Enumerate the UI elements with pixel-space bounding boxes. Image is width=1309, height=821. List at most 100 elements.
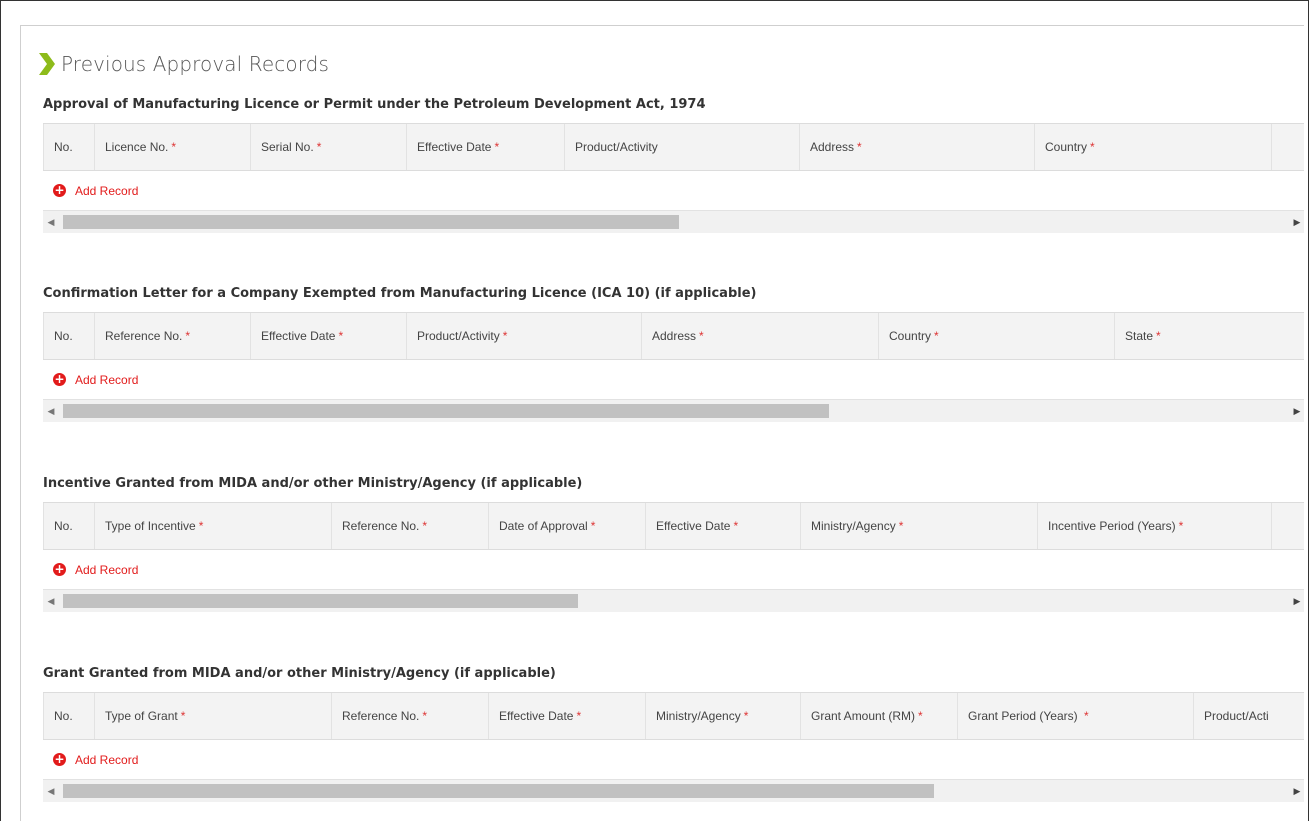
required-marker: * bbox=[1083, 709, 1089, 723]
arrow-left-icon[interactable]: ◀ bbox=[43, 211, 59, 233]
column-header-ministry-agency: Ministry/Agency * bbox=[645, 693, 800, 739]
column-header-effective-date: Effective Date * bbox=[406, 124, 564, 170]
column-header-grant-amount: Grant Amount (RM) * bbox=[800, 693, 957, 739]
records-table: No. Licence No. * Serial No. * Effective D… bbox=[43, 123, 1304, 233]
arrow-left-icon[interactable]: ◀ bbox=[43, 590, 59, 612]
column-header-overflow bbox=[1271, 503, 1304, 549]
column-header-country: Country * bbox=[878, 313, 1114, 359]
add-record-button[interactable]: Add Record bbox=[75, 753, 138, 767]
required-marker: * bbox=[934, 329, 939, 343]
section-heading: Confirmation Letter for a Company Exempt… bbox=[43, 286, 757, 301]
page-title: Previous Approval Records bbox=[61, 52, 329, 76]
arrow-left-icon[interactable]: ◀ bbox=[43, 400, 59, 422]
add-record-button[interactable]: Add Record bbox=[75, 373, 138, 387]
column-header-grant-period: Grant Period (Years) * bbox=[957, 693, 1193, 739]
section-heading: Grant Granted from MIDA and/or other Min… bbox=[43, 666, 556, 681]
section-ica10-exemption: Confirmation Letter for a Company Exempt… bbox=[43, 285, 1304, 422]
plus-circle-icon[interactable]: + bbox=[53, 563, 66, 576]
table-header: No. Licence No. * Serial No. * Effective D… bbox=[43, 123, 1304, 171]
arrow-right-icon[interactable]: ▶ bbox=[1289, 211, 1304, 233]
section-manufacturing-licence: Approval of Manufacturing Licence or Per… bbox=[43, 96, 1304, 233]
column-header-incentive-period: Incentive Period (Years) * bbox=[1037, 503, 1271, 549]
required-marker: * bbox=[338, 329, 344, 343]
column-header-effective-date: Effective Date * bbox=[488, 693, 645, 739]
arrow-right-icon[interactable]: ▶ bbox=[1289, 780, 1304, 802]
chevron-right-icon bbox=[39, 53, 55, 75]
plus-circle-icon[interactable]: + bbox=[53, 753, 66, 766]
add-record-row: + Add Record bbox=[43, 550, 1304, 590]
table-header: No. Type of Grant * Reference No. * Effect… bbox=[43, 692, 1304, 740]
add-record-button[interactable]: Add Record bbox=[75, 563, 138, 577]
required-marker: * bbox=[422, 519, 428, 533]
table-header: No. Type of Incentive * Reference No. * Da… bbox=[43, 502, 1304, 550]
column-header-product-activity: Product/Activity * bbox=[406, 313, 641, 359]
required-marker: * bbox=[1178, 519, 1184, 533]
column-header-address: Address * bbox=[799, 124, 1034, 170]
column-header-effective-date: Effective Date * bbox=[645, 503, 800, 549]
column-header-product-activity: Product/Activity bbox=[564, 124, 799, 170]
section-heading: Incentive Granted from MIDA and/or other… bbox=[43, 476, 583, 491]
section-incentive-granted: Incentive Granted from MIDA and/or other… bbox=[43, 475, 1304, 612]
column-header-country: Country * bbox=[1034, 124, 1271, 170]
add-record-row: + Add Record bbox=[43, 740, 1304, 780]
required-marker: * bbox=[1156, 329, 1161, 343]
required-marker: * bbox=[185, 329, 191, 343]
records-table: No. Type of Grant * Reference No. * Effect… bbox=[43, 692, 1304, 802]
previous-approval-panel: Previous Approval Records Approval of Ma… bbox=[20, 25, 1304, 821]
required-marker: * bbox=[576, 709, 582, 723]
add-record-row: + Add Record bbox=[43, 360, 1304, 400]
required-marker: * bbox=[171, 140, 177, 154]
arrow-left-icon[interactable]: ◀ bbox=[43, 780, 59, 802]
required-marker: * bbox=[316, 140, 322, 154]
arrow-right-icon[interactable]: ▶ bbox=[1289, 590, 1304, 612]
scrollbar-thumb[interactable] bbox=[63, 784, 934, 798]
plus-circle-icon[interactable]: + bbox=[53, 373, 66, 386]
column-header-no: No. bbox=[43, 124, 94, 170]
add-record-button[interactable]: Add Record bbox=[75, 184, 138, 198]
required-marker: * bbox=[590, 519, 596, 533]
column-header-type-of-grant: Type of Grant * bbox=[94, 693, 331, 739]
column-header-licence-no: Licence No. * bbox=[94, 124, 250, 170]
plus-circle-icon[interactable]: + bbox=[53, 184, 66, 197]
required-marker: * bbox=[857, 140, 862, 154]
column-header-type-of-incentive: Type of Incentive * bbox=[94, 503, 331, 549]
records-table: No. Reference No. * Effective Date * Produ… bbox=[43, 312, 1304, 422]
horizontal-scrollbar[interactable]: ◀ ▶ bbox=[43, 400, 1304, 422]
column-header-no: No. bbox=[43, 313, 94, 359]
table-header: No. Reference No. * Effective Date * Produ… bbox=[43, 312, 1304, 360]
column-header-address: Address * bbox=[641, 313, 878, 359]
column-header-reference-no: Reference No. * bbox=[94, 313, 250, 359]
required-marker: * bbox=[502, 329, 508, 343]
column-header-serial-no: Serial No. * bbox=[250, 124, 406, 170]
panel-header: Previous Approval Records bbox=[39, 52, 329, 76]
column-header-no: No. bbox=[43, 503, 94, 549]
required-marker: * bbox=[180, 709, 186, 723]
section-heading: Approval of Manufacturing Licence or Per… bbox=[43, 97, 706, 112]
column-header-effective-date: Effective Date * bbox=[250, 313, 406, 359]
required-marker: * bbox=[918, 709, 923, 723]
column-header-ministry-agency: Ministry/Agency * bbox=[800, 503, 1037, 549]
horizontal-scrollbar[interactable]: ◀ ▶ bbox=[43, 780, 1304, 802]
section-grant-granted: Grant Granted from MIDA and/or other Min… bbox=[43, 665, 1304, 802]
add-record-row: + Add Record bbox=[43, 171, 1304, 211]
records-table: No. Type of Incentive * Reference No. * Da… bbox=[43, 502, 1304, 612]
required-marker: * bbox=[422, 709, 428, 723]
required-marker: * bbox=[1090, 140, 1095, 154]
required-marker: * bbox=[198, 519, 204, 533]
column-header-overflow bbox=[1271, 124, 1304, 170]
scrollbar-thumb[interactable] bbox=[63, 594, 578, 608]
scrollbar-thumb[interactable] bbox=[63, 215, 679, 229]
column-header-date-of-approval: Date of Approval * bbox=[488, 503, 645, 549]
scrollbar-thumb[interactable] bbox=[63, 404, 829, 418]
horizontal-scrollbar[interactable]: ◀ ▶ bbox=[43, 590, 1304, 612]
required-marker: * bbox=[898, 519, 904, 533]
horizontal-scrollbar[interactable]: ◀ ▶ bbox=[43, 211, 1304, 233]
required-marker: * bbox=[699, 329, 704, 343]
required-marker: * bbox=[494, 140, 500, 154]
column-header-product-activity: Product/Acti bbox=[1193, 693, 1304, 739]
column-header-no: No. bbox=[43, 693, 94, 739]
column-header-state: State * bbox=[1114, 313, 1304, 359]
column-header-reference-no: Reference No. * bbox=[331, 693, 488, 739]
arrow-right-icon[interactable]: ▶ bbox=[1289, 400, 1304, 422]
column-header-reference-no: Reference No. * bbox=[331, 503, 488, 549]
